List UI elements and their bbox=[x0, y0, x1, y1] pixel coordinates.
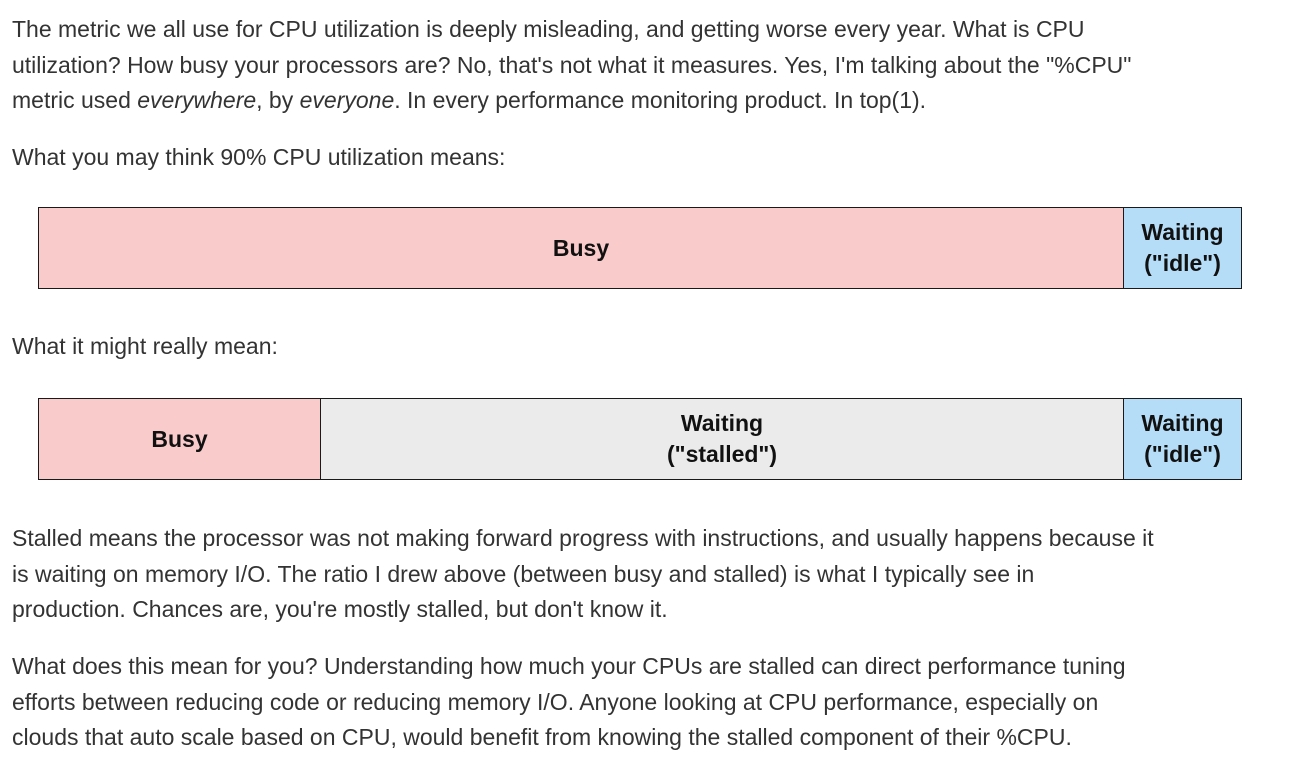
busy-segment: Busy bbox=[39, 399, 320, 479]
meaning-line-2: efforts between reducing code or reducin… bbox=[12, 688, 1099, 715]
diagram2-caption-text: What it might really mean: bbox=[12, 333, 278, 359]
idle-label: Waiting ("idle") bbox=[1141, 217, 1223, 279]
stalled-line-1: Stalled means the processor was not maki… bbox=[12, 525, 1154, 551]
busy-segment: Busy bbox=[39, 208, 1123, 288]
cpu-utilization-bar-expected: Busy Waiting ("idle") bbox=[38, 207, 1242, 289]
cpu-utilization-bar-actual: Busy Waiting ("stalled") Waiting ("idle"… bbox=[38, 398, 1242, 480]
intro-line-1: The metric we all use for CPU utilizatio… bbox=[12, 16, 1085, 42]
meaning-paragraph: What does this mean for you? Understandi… bbox=[12, 649, 1282, 756]
busy-label: Busy bbox=[151, 425, 208, 452]
idle-segment: Waiting ("idle") bbox=[1123, 399, 1241, 479]
intro-line-2: utilization? How busy your processors ar… bbox=[12, 51, 1132, 78]
busy-label: Busy bbox=[552, 234, 610, 261]
intro-line-3-a: metric used bbox=[12, 87, 138, 113]
intro-line-3: metric used everywhere, by everyone. In … bbox=[12, 83, 1282, 119]
idle-label-line-1: Waiting bbox=[1141, 410, 1224, 436]
stalled-segment: Waiting ("stalled") bbox=[320, 399, 1123, 479]
intro-paragraph: The metric we all use for CPU utilizatio… bbox=[12, 12, 1282, 119]
intro-line-3-c: . In every performance monitoring produc… bbox=[394, 87, 927, 113]
idle-label-line-1: Waiting bbox=[1141, 219, 1224, 245]
stalled-label-line-2: ("stalled") bbox=[667, 441, 777, 467]
idle-label-line-2: ("idle") bbox=[1144, 250, 1221, 276]
emphasis-everywhere: everywhere bbox=[137, 87, 257, 113]
idle-label: Waiting ("idle") bbox=[1141, 408, 1223, 470]
idle-segment: Waiting ("idle") bbox=[1123, 208, 1241, 288]
stalled-line-3: production. Chances are, you're mostly s… bbox=[12, 596, 668, 622]
idle-label-line-2: ("idle") bbox=[1144, 441, 1221, 467]
meaning-line-3: clouds that auto scale based on CPU, wou… bbox=[12, 724, 1072, 750]
diagram1-caption-text: What you may think 90% CPU utilization m… bbox=[12, 144, 506, 170]
stalled-label-line-1: Waiting bbox=[680, 410, 764, 436]
intro-line-3-b: , by bbox=[256, 87, 300, 113]
meaning-line-1: What does this mean for you? Understandi… bbox=[12, 653, 1126, 679]
emphasis-everyone: everyone bbox=[299, 87, 395, 113]
stalled-label: Waiting ("stalled") bbox=[667, 408, 777, 470]
stalled-line-2: is waiting on memory I/O. The ratio I dr… bbox=[12, 560, 1035, 587]
diagram1-caption: What you may think 90% CPU utilization m… bbox=[12, 140, 1282, 176]
stalled-explanation-paragraph: Stalled means the processor was not maki… bbox=[12, 521, 1282, 628]
diagram2-caption: What it might really mean: bbox=[12, 329, 1282, 365]
